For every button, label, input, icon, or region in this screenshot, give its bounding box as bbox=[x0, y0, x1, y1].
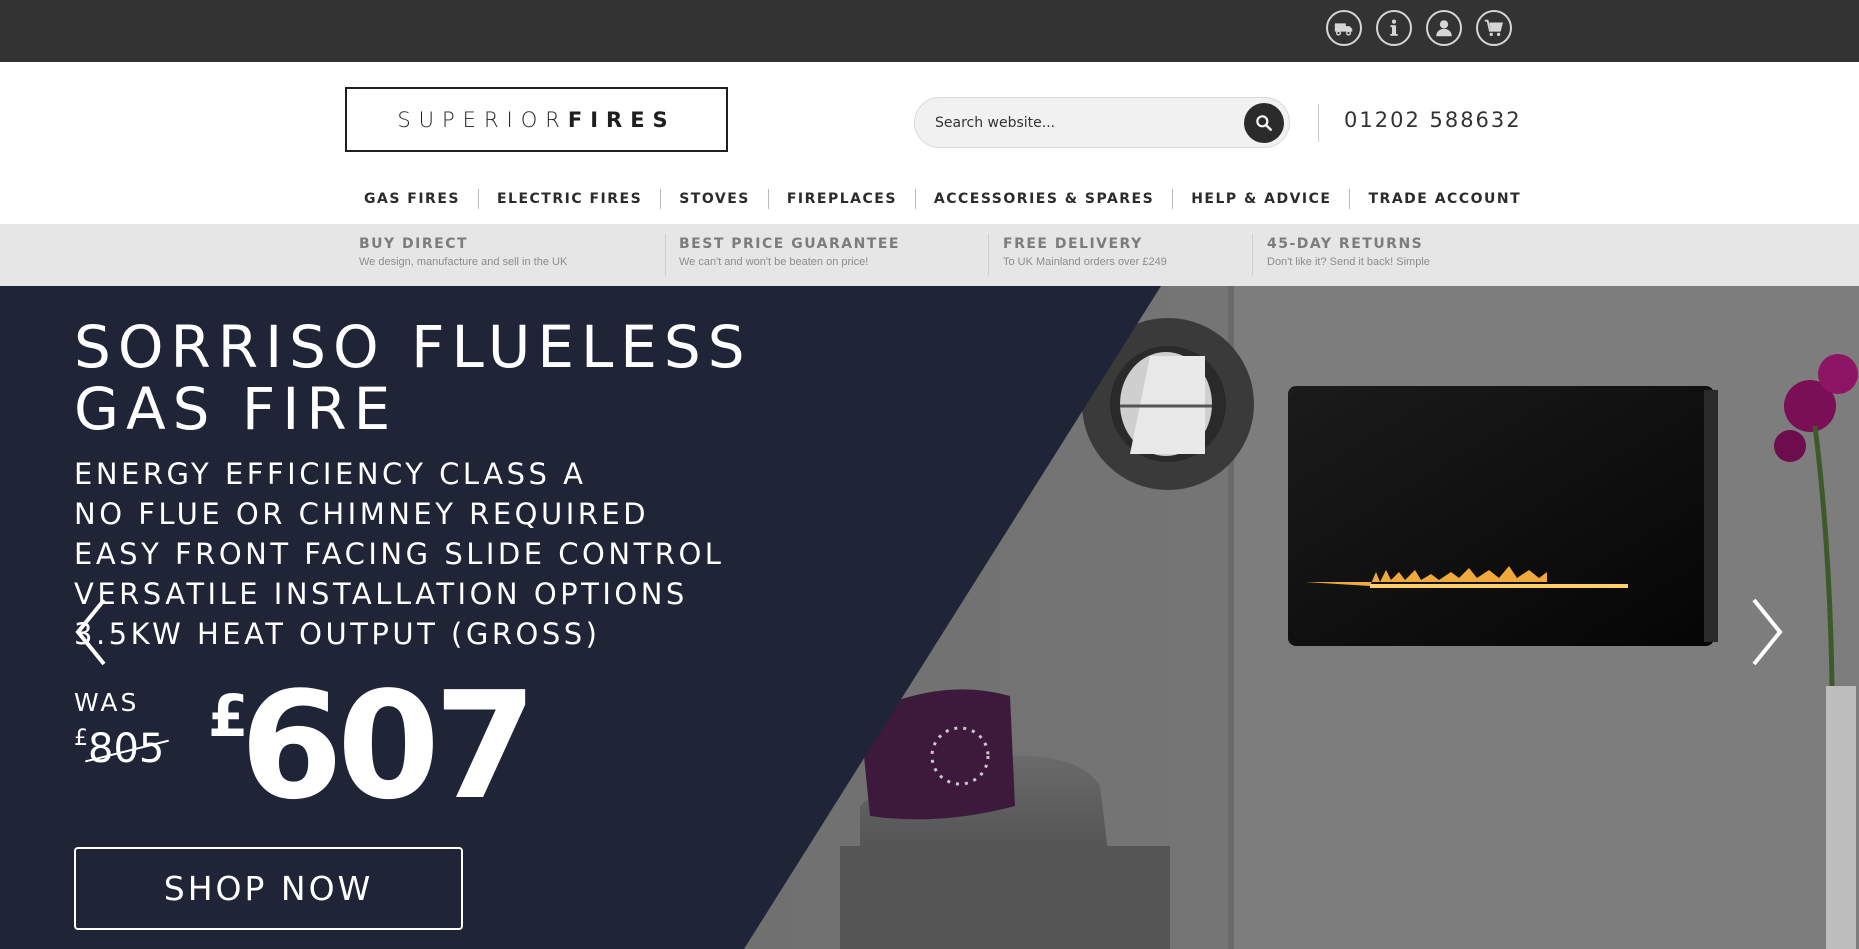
main-nav: GAS FIRES ELECTRIC FIRES STOVES FIREPLAC… bbox=[346, 181, 1539, 217]
logo-text-bold: FIRES bbox=[567, 107, 676, 132]
nav-item-fireplaces[interactable]: FIREPLACES bbox=[769, 191, 915, 207]
search-input[interactable] bbox=[935, 98, 1225, 147]
site-header: SUPERIORFIRES 01202 588632 GAS FIRES ELE… bbox=[0, 62, 1859, 224]
info-icon[interactable] bbox=[1376, 10, 1412, 46]
usp-buy-direct: BUY DIRECT We design, manufacture and se… bbox=[359, 236, 567, 276]
usp-title: FREE DELIVERY bbox=[1003, 236, 1143, 252]
utility-icons bbox=[1326, 10, 1512, 46]
nav-item-trade-account[interactable]: TRADE ACCOUNT bbox=[1350, 191, 1539, 207]
now-price-value: 607 bbox=[240, 660, 537, 832]
usp-title: 45-DAY RETURNS bbox=[1267, 236, 1424, 252]
search-button[interactable] bbox=[1244, 103, 1284, 143]
logo-text: SUPERIORFIRES bbox=[397, 108, 675, 132]
hero-title: SORRISO FLUELESS GAS FIRE bbox=[74, 316, 752, 440]
nav-item-gas-fires[interactable]: GAS FIRES bbox=[346, 191, 478, 207]
usp-free-delivery: FREE DELIVERY To UK Mainland orders over… bbox=[1003, 236, 1167, 276]
hero-feature: ENERGY EFFICIENCY CLASS A bbox=[74, 457, 587, 491]
hero-feature-list: ENERGY EFFICIENCY CLASS A NO FLUE OR CHI… bbox=[74, 454, 724, 654]
hero-banner[interactable]: SORRISO FLUELESS GAS FIRE ENERGY EFFICIE… bbox=[0, 286, 1859, 949]
nav-item-stoves[interactable]: STOVES bbox=[661, 191, 768, 207]
nav-item-accessories-spares[interactable]: ACCESSORIES & SPARES bbox=[916, 191, 1172, 207]
search-box bbox=[914, 97, 1290, 148]
was-price-value: 805 bbox=[88, 726, 165, 772]
delivery-truck-icon[interactable] bbox=[1326, 10, 1362, 46]
chevron-right-icon[interactable] bbox=[1746, 596, 1786, 668]
chevron-left-icon[interactable] bbox=[72, 596, 112, 668]
hero-title-line: SORRISO FLUELESS bbox=[74, 313, 752, 381]
usp-title: BUY DIRECT bbox=[359, 236, 469, 252]
was-price-currency: £ bbox=[74, 726, 88, 751]
usp-separator bbox=[988, 234, 989, 276]
usp-subtitle: We design, manufacture and sell in the U… bbox=[359, 256, 568, 268]
hero-feature: 3.5KW HEAT OUTPUT (GROSS) bbox=[74, 617, 601, 651]
top-utility-bar bbox=[0, 0, 1859, 62]
usp-subtitle: Don't like it? Send it back! Simple bbox=[1267, 256, 1430, 268]
account-icon[interactable] bbox=[1426, 10, 1462, 46]
usp-45-day-returns: 45-DAY RETURNS Don't like it? Send it ba… bbox=[1267, 236, 1430, 276]
usp-separator bbox=[1252, 234, 1253, 276]
hero-feature: VERSATILE INSTALLATION OPTIONS bbox=[74, 577, 688, 611]
usp-best-price-guarantee: BEST PRICE GUARANTEE We can't and won't … bbox=[679, 236, 900, 276]
site-logo[interactable]: SUPERIORFIRES bbox=[345, 87, 728, 152]
search-icon bbox=[1256, 115, 1272, 131]
hero-title-line: GAS FIRE bbox=[74, 375, 398, 443]
usp-subtitle: To UK Mainland orders over £249 bbox=[1003, 256, 1167, 268]
hero-feature: EASY FRONT FACING SLIDE CONTROL bbox=[74, 537, 725, 571]
usp-strip: BUY DIRECT We design, manufacture and se… bbox=[0, 224, 1859, 286]
was-price: £805 bbox=[74, 726, 164, 772]
was-label: WAS bbox=[74, 688, 140, 717]
nav-item-electric-fires[interactable]: ELECTRIC FIRES bbox=[479, 191, 660, 207]
phone-number[interactable]: 01202 588632 bbox=[1344, 108, 1522, 132]
shop-now-button[interactable]: SHOP NOW bbox=[74, 847, 463, 930]
usp-separator bbox=[665, 234, 666, 276]
logo-text-light: SUPERIOR bbox=[397, 107, 568, 132]
hero-feature: NO FLUE OR CHIMNEY REQUIRED bbox=[74, 497, 650, 531]
header-divider bbox=[1318, 104, 1319, 142]
usp-title: BEST PRICE GUARANTEE bbox=[679, 236, 900, 252]
cart-icon[interactable] bbox=[1476, 10, 1512, 46]
nav-item-help-advice[interactable]: HELP & ADVICE bbox=[1173, 191, 1349, 207]
usp-subtitle: We can't and won't be beaten on price! bbox=[679, 256, 869, 268]
